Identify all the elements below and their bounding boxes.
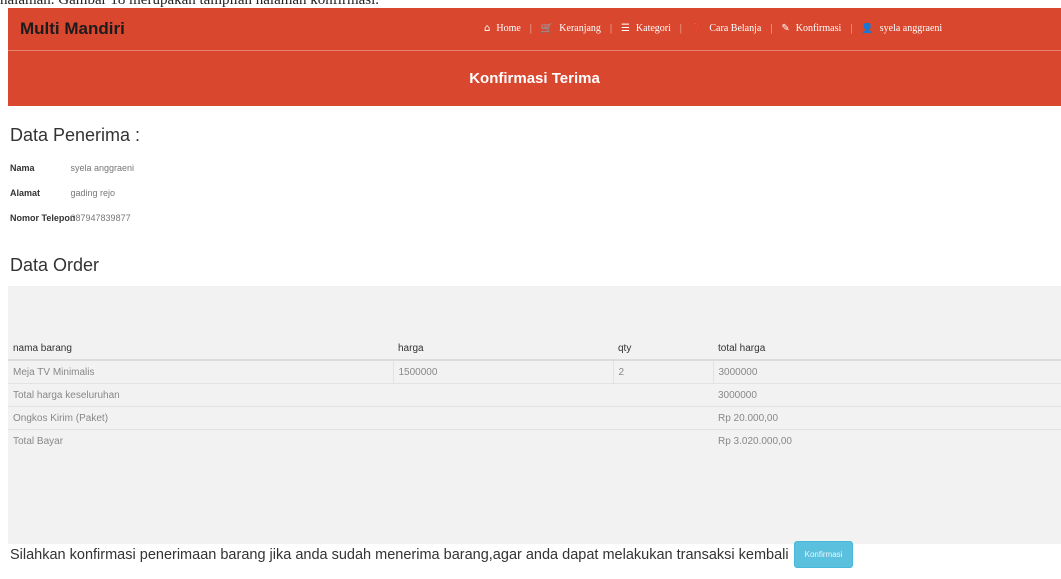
item-qty: 2	[613, 359, 714, 384]
total-value: 3000000	[713, 383, 1061, 407]
column-header: total harga	[713, 337, 1061, 361]
total-label: Total harga keseluruhan	[8, 383, 713, 407]
nav-item-keranjang[interactable]: 🛒 Keranjang	[541, 23, 601, 34]
shipping-label: Ongkos Kirim (Paket)	[8, 406, 713, 430]
nav-separator: |	[679, 23, 682, 34]
confirmation-notice: Silahkan konfirmasi penerimaan barang ji…	[10, 541, 854, 568]
column-header: qty	[613, 337, 713, 361]
nav-item-label: Kategori	[635, 23, 671, 34]
notice-text: Silahkan konfirmasi penerimaan barang ji…	[10, 546, 789, 563]
nav-menu: ⌂ Home | 🛒 Keranjang | ☰ Kategori | ❓ Ca…	[484, 23, 1061, 34]
edit-icon: ✎	[781, 23, 790, 34]
item-total: 3000000	[713, 359, 1061, 384]
user-icon: 👤	[861, 23, 874, 34]
penerima-row-telepon: Nomor Telepon 087947839877	[10, 213, 131, 223]
home-icon: ⌂	[484, 23, 491, 34]
nav-item-konfirmasi[interactable]: ✎ Konfirmasi	[781, 23, 841, 34]
field-value: 087947839877	[70, 213, 131, 223]
shipping-value: Rp 20.000,00	[713, 406, 1061, 430]
field-value: syela anggraeni	[70, 163, 135, 173]
nav-item-label: Keranjang	[559, 23, 601, 34]
nav-separator: |	[529, 23, 532, 34]
nav-item-label: syela anggraeni	[879, 23, 943, 34]
item-price: 1500000	[393, 359, 614, 384]
grand-total-label: Total Bayar	[8, 429, 713, 452]
field-value: gading rejo	[70, 188, 116, 198]
table-row: Total Bayar Rp 3.020.000,00	[8, 429, 1061, 452]
page-banner: Konfirmasi Terima	[8, 51, 1061, 106]
nav-item-kategori[interactable]: ☰ Kategori	[621, 23, 671, 34]
penerima-title: Data Penerima :	[10, 125, 141, 145]
nav-item-home[interactable]: ⌂ Home	[484, 23, 521, 34]
confirm-button[interactable]: Konfirmasi	[793, 541, 854, 568]
grand-total-value: Rp 3.020.000,00	[713, 429, 1061, 452]
item-name: Meja TV Minimalis	[8, 359, 394, 384]
nav-separator: |	[770, 23, 773, 34]
penerima-row-alamat: Alamat gading rejo	[10, 188, 115, 198]
brand-logo[interactable]: Multi Mandiri	[20, 19, 125, 39]
field-label: Nama	[10, 163, 35, 173]
table-header-row: nama barang harga qty total harga	[8, 337, 1061, 361]
column-header: nama barang	[8, 337, 393, 361]
nav-item-cara-belanja[interactable]: ❓ Cara Belanja	[691, 23, 761, 34]
nav-item-label: Home	[496, 23, 521, 34]
field-label: Alamat	[10, 188, 41, 198]
order-title: Data Order	[10, 255, 100, 275]
table-row: Meja TV Minimalis 1500000 2 3000000	[8, 359, 1061, 384]
order-panel: nama barang harga qty total harga Meja T…	[8, 286, 1061, 544]
nav-item-label: Cara Belanja	[709, 23, 762, 34]
page-title: Konfirmasi Terima	[469, 70, 600, 87]
nav-item-label: Konfirmasi	[795, 23, 842, 34]
nav-separator: |	[609, 23, 612, 34]
order-table: nama barang harga qty total harga Meja T…	[8, 337, 1061, 452]
navbar: Multi Mandiri ⌂ Home | 🛒 Keranjang | ☰ K…	[8, 8, 1061, 51]
penerima-row-nama: Nama syela anggraeni	[10, 163, 134, 173]
list-icon: ☰	[620, 23, 630, 34]
table-row: Ongkos Kirim (Paket) Rp 20.000,00	[8, 406, 1061, 430]
column-header: harga	[393, 337, 613, 361]
table-row: Total harga keseluruhan 3000000	[8, 383, 1061, 407]
field-label: Nomor Telepon	[10, 213, 76, 223]
document-caption: halaman. Gambar 18 merupakan tampilan ha…	[0, 0, 380, 8]
cart-icon: 🛒	[540, 23, 554, 34]
nav-item-user[interactable]: 👤 syela anggraeni	[861, 23, 942, 34]
nav-separator: |	[850, 23, 853, 34]
question-icon: ❓	[690, 23, 704, 34]
